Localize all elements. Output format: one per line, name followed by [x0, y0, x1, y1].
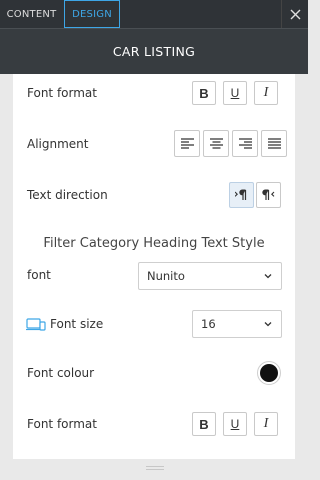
alignment-label: Alignment	[27, 137, 89, 151]
font-size-select[interactable]: 16	[192, 310, 282, 338]
font-select-value: Nunito	[147, 269, 185, 283]
resize-handle[interactable]	[146, 466, 164, 470]
align-justify-button[interactable]	[261, 130, 287, 157]
alignment-row: Alignment	[13, 128, 295, 160]
align-justify-icon	[267, 138, 281, 149]
font-size-label: Font size	[50, 317, 104, 331]
tab-bar-spacer	[120, 0, 281, 28]
font-format-buttons-2: B U I	[192, 412, 278, 436]
font-format-label-2: Font format	[27, 417, 97, 431]
font-format-row: Font format B U I	[13, 77, 295, 109]
font-format-row-2: Font format B U I	[13, 408, 295, 440]
font-size-label-group: Font size	[26, 308, 103, 340]
underline-button[interactable]: U	[223, 412, 247, 436]
rtl-icon	[262, 189, 275, 200]
align-right-button[interactable]	[232, 130, 258, 157]
top-tab-bar: CONTENT DESIGN	[0, 0, 308, 28]
align-left-button[interactable]	[174, 130, 200, 157]
bold-button[interactable]: B	[192, 81, 216, 105]
close-icon	[290, 9, 300, 19]
close-button[interactable]	[281, 0, 308, 28]
font-size-select-value: 16	[201, 317, 216, 331]
chevron-down-icon	[264, 322, 272, 327]
align-center-icon	[209, 138, 223, 149]
underline-button[interactable]: U	[223, 81, 247, 105]
align-right-icon	[238, 138, 252, 149]
text-direction-label: Text direction	[27, 188, 108, 202]
font-size-row: Font size 16	[13, 308, 295, 340]
font-colour-swatch[interactable]	[257, 361, 281, 385]
alignment-buttons	[174, 130, 287, 157]
italic-button[interactable]: I	[254, 412, 278, 436]
font-format-buttons: B U I	[192, 81, 278, 105]
align-center-button[interactable]	[203, 130, 229, 157]
font-row: font Nunito	[13, 259, 295, 291]
font-colour-label: Font colour	[27, 366, 95, 380]
text-direction-buttons	[229, 182, 281, 208]
chevron-down-icon	[264, 274, 272, 279]
bold-button[interactable]: B	[192, 412, 216, 436]
panel-header: CAR LISTING	[0, 28, 308, 74]
rtl-button[interactable]	[256, 182, 281, 208]
filter-category-heading-title: Filter Category Heading Text Style	[43, 236, 265, 251]
text-direction-row: Text direction	[13, 179, 295, 211]
tab-design[interactable]: DESIGN	[64, 0, 120, 28]
panel-title: CAR LISTING	[112, 44, 196, 59]
font-colour-dot	[260, 364, 278, 382]
align-left-icon	[180, 138, 194, 149]
font-select[interactable]: Nunito	[138, 262, 282, 290]
devices-icon[interactable]	[26, 317, 46, 331]
ltr-button[interactable]	[229, 182, 254, 208]
font-format-label: Font format	[27, 86, 97, 100]
font-colour-row: Font colour	[13, 357, 295, 389]
ltr-icon	[235, 189, 247, 200]
design-panel: Font format B U I Alignment Text directi…	[13, 74, 295, 459]
font-label: font	[27, 268, 51, 282]
tab-content[interactable]: CONTENT	[0, 0, 63, 28]
italic-button[interactable]: I	[254, 81, 278, 105]
